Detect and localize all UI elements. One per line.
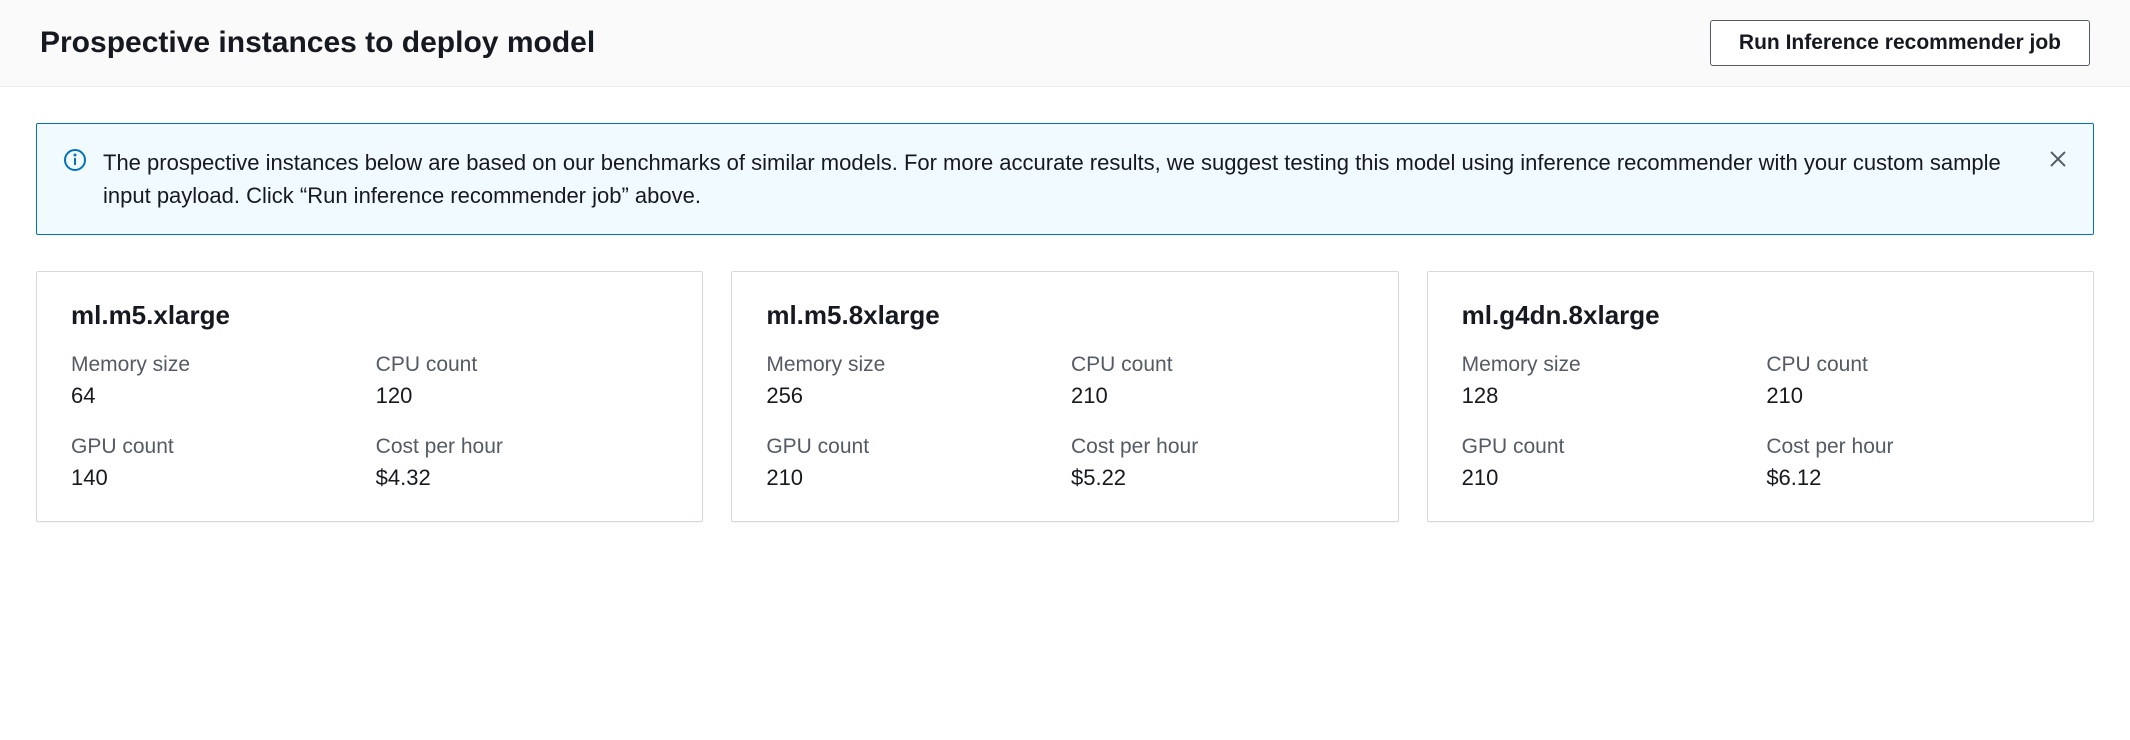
cost-per-hour-label: Cost per hour xyxy=(1766,435,2059,459)
cost-per-hour-value: $4.32 xyxy=(376,465,669,491)
cpu-count-value: 120 xyxy=(376,383,669,409)
spec-cell: CPU count 210 xyxy=(1071,353,1364,409)
header-bar: Prospective instances to deploy model Ru… xyxy=(0,0,2130,87)
cpu-count-value: 210 xyxy=(1071,383,1364,409)
memory-size-label: Memory size xyxy=(71,353,364,377)
instance-cards-row: ml.m5.xlarge Memory size 64 CPU count 12… xyxy=(36,271,2094,522)
run-inference-recommender-job-button[interactable]: Run Inference recommender job xyxy=(1710,20,2090,66)
gpu-count-value: 210 xyxy=(1462,465,1755,491)
spec-cell: CPU count 210 xyxy=(1766,353,2059,409)
cpu-count-label: CPU count xyxy=(376,353,669,377)
cpu-count-label: CPU count xyxy=(1071,353,1364,377)
gpu-count-value: 210 xyxy=(766,465,1059,491)
memory-size-value: 64 xyxy=(71,383,364,409)
content-area: The prospective instances below are base… xyxy=(0,87,2130,562)
memory-size-label: Memory size xyxy=(1462,353,1755,377)
info-banner: The prospective instances below are base… xyxy=(36,123,2094,235)
spec-cell: Memory size 128 xyxy=(1462,353,1755,409)
info-icon xyxy=(63,148,87,177)
spec-cell: Memory size 256 xyxy=(766,353,1059,409)
spec-cell: GPU count 210 xyxy=(766,435,1059,491)
gpu-count-label: GPU count xyxy=(766,435,1059,459)
gpu-count-label: GPU count xyxy=(1462,435,1755,459)
page-title: Prospective instances to deploy model xyxy=(40,26,595,60)
instance-card: ml.m5.8xlarge Memory size 256 CPU count … xyxy=(731,271,1398,522)
spec-cell: GPU count 210 xyxy=(1462,435,1755,491)
cpu-count-value: 210 xyxy=(1766,383,2059,409)
gpu-count-value: 140 xyxy=(71,465,364,491)
memory-size-label: Memory size xyxy=(766,353,1059,377)
memory-size-value: 128 xyxy=(1462,383,1755,409)
instance-card: ml.m5.xlarge Memory size 64 CPU count 12… xyxy=(36,271,703,522)
cost-per-hour-value: $6.12 xyxy=(1766,465,2059,491)
spec-cell: Cost per hour $6.12 xyxy=(1766,435,2059,491)
close-icon xyxy=(2047,158,2069,173)
gpu-count-label: GPU count xyxy=(71,435,364,459)
instance-card: ml.g4dn.8xlarge Memory size 128 CPU coun… xyxy=(1427,271,2094,522)
spec-cell: Cost per hour $4.32 xyxy=(376,435,669,491)
instance-name: ml.g4dn.8xlarge xyxy=(1462,300,2059,331)
cost-per-hour-label: Cost per hour xyxy=(376,435,669,459)
cpu-count-label: CPU count xyxy=(1766,353,2059,377)
spec-cell: Memory size 64 xyxy=(71,353,364,409)
instance-name: ml.m5.xlarge xyxy=(71,300,668,331)
spec-cell: GPU count 140 xyxy=(71,435,364,491)
spec-cell: CPU count 120 xyxy=(376,353,669,409)
instance-name: ml.m5.8xlarge xyxy=(766,300,1363,331)
info-banner-text: The prospective instances below are base… xyxy=(103,146,2067,212)
close-banner-button[interactable] xyxy=(2045,146,2071,175)
cost-per-hour-label: Cost per hour xyxy=(1071,435,1364,459)
spec-cell: Cost per hour $5.22 xyxy=(1071,435,1364,491)
cost-per-hour-value: $5.22 xyxy=(1071,465,1364,491)
memory-size-value: 256 xyxy=(766,383,1059,409)
